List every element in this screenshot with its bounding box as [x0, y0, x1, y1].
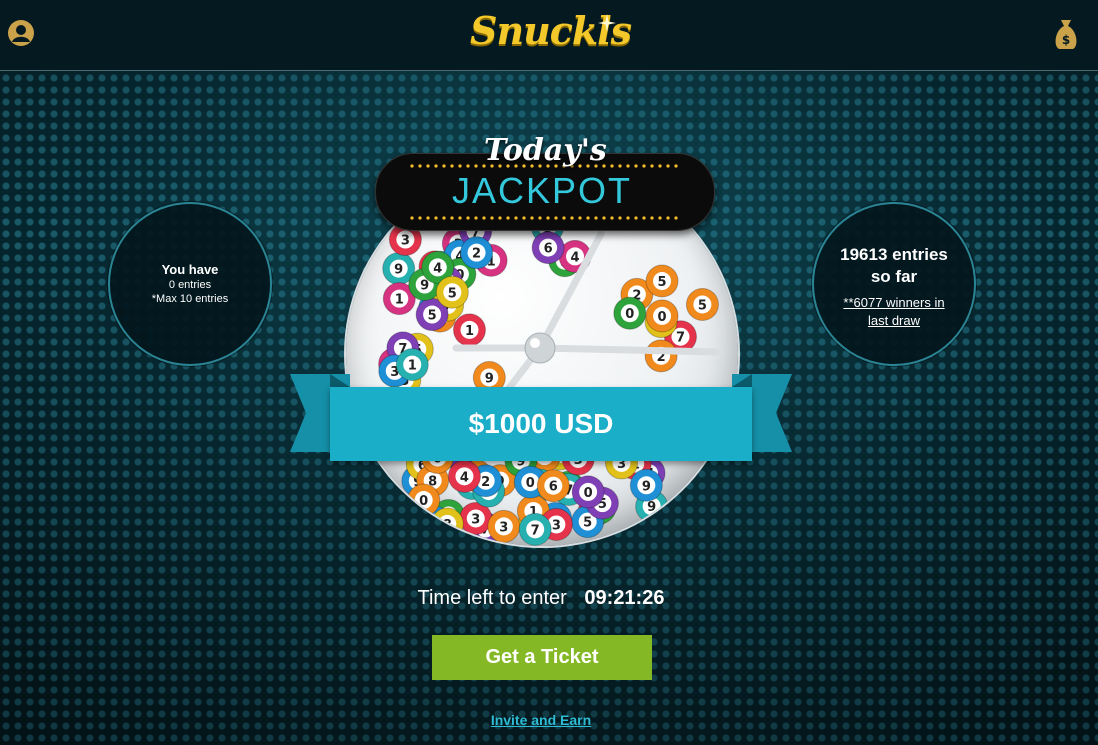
svg-text:0: 0 [526, 476, 535, 491]
svg-text:4: 4 [571, 250, 580, 265]
entries-heading: You have [161, 262, 219, 277]
svg-text:9: 9 [420, 279, 429, 294]
money-bag-icon: $ [1055, 20, 1077, 49]
svg-text:0: 0 [625, 307, 634, 322]
svg-text:8: 8 [443, 518, 452, 533]
svg-text:2: 2 [481, 475, 490, 490]
svg-text:0: 0 [584, 486, 593, 501]
svg-text:5: 5 [448, 286, 457, 301]
sparkle-icon [598, 14, 616, 32]
svg-text:9: 9 [485, 371, 494, 386]
top-bar: Snuckls $ [0, 0, 1098, 71]
svg-text:5: 5 [428, 309, 437, 324]
svg-text:1: 1 [465, 324, 474, 339]
svg-text:9: 9 [394, 263, 403, 278]
svg-text:1: 1 [408, 359, 417, 374]
svg-text:3: 3 [401, 234, 410, 249]
invite-and-earn-link[interactable]: Invite and Earn [0, 712, 1082, 728]
svg-text:5: 5 [583, 516, 592, 531]
profile-button[interactable] [7, 19, 35, 47]
svg-text:1: 1 [395, 293, 404, 308]
countdown-label: Time left to enter [417, 587, 567, 609]
svg-text:2: 2 [472, 247, 481, 262]
svg-text:9: 9 [647, 500, 656, 515]
winners-link-line2: last draw [867, 313, 921, 328]
winners-link[interactable]: **6077 winners in last draw [814, 294, 974, 330]
svg-text:3: 3 [552, 518, 561, 533]
svg-text:5: 5 [658, 275, 667, 290]
svg-text:7: 7 [676, 331, 685, 346]
jackpot-amount-banner: $1000 USD [330, 387, 752, 461]
winners-link-line1: **6077 winners in [843, 295, 945, 310]
user-circle-icon [8, 20, 34, 46]
svg-text:5: 5 [698, 298, 707, 313]
svg-text:4: 4 [460, 470, 469, 485]
get-ticket-button[interactable]: Get a Ticket [432, 635, 652, 680]
svg-text:6: 6 [549, 480, 558, 495]
svg-text:6: 6 [544, 242, 553, 257]
draw-stats-panel: 19613 entries so far **6077 winners in l… [812, 202, 976, 366]
svg-text:3: 3 [471, 512, 480, 527]
total-entries-suffix: so far [870, 267, 918, 286]
countdown-value: 09:21:26 [584, 587, 665, 609]
svg-text:0: 0 [658, 310, 667, 325]
svg-text:9: 9 [642, 479, 651, 494]
my-entries-panel: You have 0 entries *Max 10 entries [108, 202, 272, 366]
wallet-button[interactable]: $ [1053, 18, 1079, 50]
entries-max: *Max 10 entries [151, 293, 229, 305]
jackpot-title-small: Today's [484, 133, 607, 168]
svg-text:3: 3 [499, 520, 508, 535]
jackpot-amount: $1000 USD [468, 408, 614, 439]
jackpot-title: JACKPOT [452, 170, 633, 211]
svg-text:$: $ [1062, 33, 1070, 47]
svg-text:4: 4 [433, 261, 442, 276]
countdown: Time left to enter 09:21:26 [0, 587, 1082, 610]
total-entries: 19613 entries [840, 245, 948, 264]
entries-count: 0 entries [168, 279, 212, 291]
svg-text:7: 7 [531, 523, 540, 538]
svg-text:0: 0 [419, 494, 428, 509]
